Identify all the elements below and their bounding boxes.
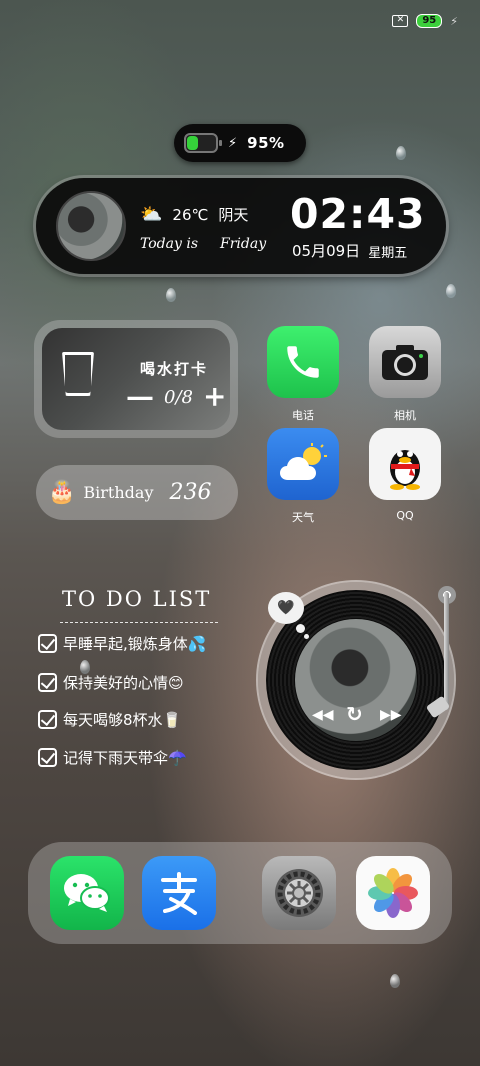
heart-bubble: 🖤: [268, 592, 304, 624]
weather-condition: 阴天: [218, 206, 249, 224]
app-label: QQ: [396, 509, 414, 522]
app-label: 相机: [394, 409, 416, 422]
date: 05月09日: [292, 242, 361, 260]
app-camera[interactable]: 相机: [368, 326, 442, 423]
birthday-countdown-widget[interactable]: 🎂 Birthday 236: [36, 465, 238, 520]
today-label: Today is: [140, 236, 199, 252]
next-track-button[interactable]: ▶▶: [380, 707, 402, 723]
tonearm: [444, 592, 449, 710]
cup-icon: [62, 352, 94, 396]
droplet-decoration: [390, 974, 400, 988]
todo-item[interactable]: 保持美好的心情😊: [38, 672, 184, 693]
avatar-photo: [56, 191, 126, 261]
battery-percent: 95%: [247, 134, 285, 152]
todo-text: 记得下雨天带伞☂️: [63, 749, 187, 767]
app-phone[interactable]: 电话: [266, 326, 340, 423]
status-battery-badge: 95: [416, 14, 443, 28]
todo-text: 每天喝够8杯水🥛: [63, 711, 182, 729]
app-label: 天气: [292, 511, 314, 524]
weekday-english: Friday: [220, 236, 267, 252]
charging-bolt-icon: ⚡: [228, 135, 238, 151]
clock-time: 02:43: [290, 190, 426, 238]
birthday-label: Birthday: [83, 483, 154, 502]
charging-icon: ⚡: [450, 14, 458, 28]
app-qq[interactable]: QQ: [368, 428, 442, 522]
wechat-icon[interactable]: [50, 856, 124, 930]
weather-row: ⛅ 26℃ 阴天: [140, 204, 248, 225]
photos-icon[interactable]: [356, 856, 430, 930]
date-row: 05月09日 星期五: [292, 240, 407, 261]
checkbox-checked-icon[interactable]: [38, 748, 57, 767]
increment-button[interactable]: +: [203, 383, 226, 411]
birthday-days: 236: [169, 480, 212, 505]
todo-item[interactable]: 每天喝够8杯水🥛: [38, 709, 181, 730]
todo-divider: [60, 622, 218, 623]
droplet-decoration: [396, 146, 406, 160]
decrement-button[interactable]: —: [126, 383, 154, 411]
water-counter: — 0/8 +: [126, 383, 226, 411]
droplet-decoration: [446, 284, 456, 298]
weekday-chinese: 星期五: [368, 246, 408, 261]
birthday-cake-icon: 🎂: [48, 480, 76, 505]
water-tracker-widget[interactable]: 喝水打卡 — 0/8 +: [34, 320, 238, 438]
checkbox-checked-icon[interactable]: [38, 673, 57, 692]
battery-widget[interactable]: ⚡ 95%: [174, 124, 306, 162]
partly-cloudy-icon: ⛅: [140, 204, 163, 225]
settings-gear-icon[interactable]: [262, 856, 336, 930]
todo-item[interactable]: 早睡早起,锻炼身体💦: [38, 633, 206, 654]
water-tracker-title: 喝水打卡: [140, 360, 209, 378]
todo-text: 保持美好的心情😊: [63, 674, 184, 692]
todo-text: 早睡早起,锻炼身体💦: [63, 635, 207, 653]
water-count: 0/8: [164, 386, 193, 408]
previous-track-button[interactable]: ◀◀: [312, 707, 334, 723]
status-bar: ✕ 95 ⚡: [392, 14, 458, 28]
no-sim-icon: ✕: [392, 15, 409, 27]
temperature: 26℃: [172, 205, 209, 224]
checkbox-checked-icon[interactable]: [38, 710, 57, 729]
app-weather[interactable]: 天气: [266, 428, 340, 525]
qq-penguin-icon: [369, 428, 441, 500]
checkbox-checked-icon[interactable]: [38, 634, 57, 653]
alipay-icon[interactable]: [142, 856, 216, 930]
droplet-decoration: [166, 288, 176, 302]
bubble-dot: [296, 624, 305, 633]
today-row: Today is Friday: [140, 236, 266, 252]
app-label: 电话: [292, 409, 314, 422]
phone-icon: [267, 326, 339, 398]
camera-icon: [369, 326, 441, 398]
battery-level-fill: [187, 136, 199, 150]
weather-icon: [267, 428, 339, 500]
todo-item[interactable]: 记得下雨天带伞☂️: [38, 747, 187, 768]
bubble-dot: [304, 634, 309, 639]
todo-title: TO DO LIST: [62, 587, 212, 611]
battery-icon: [184, 133, 222, 153]
play-pause-button[interactable]: ↻: [346, 702, 363, 726]
